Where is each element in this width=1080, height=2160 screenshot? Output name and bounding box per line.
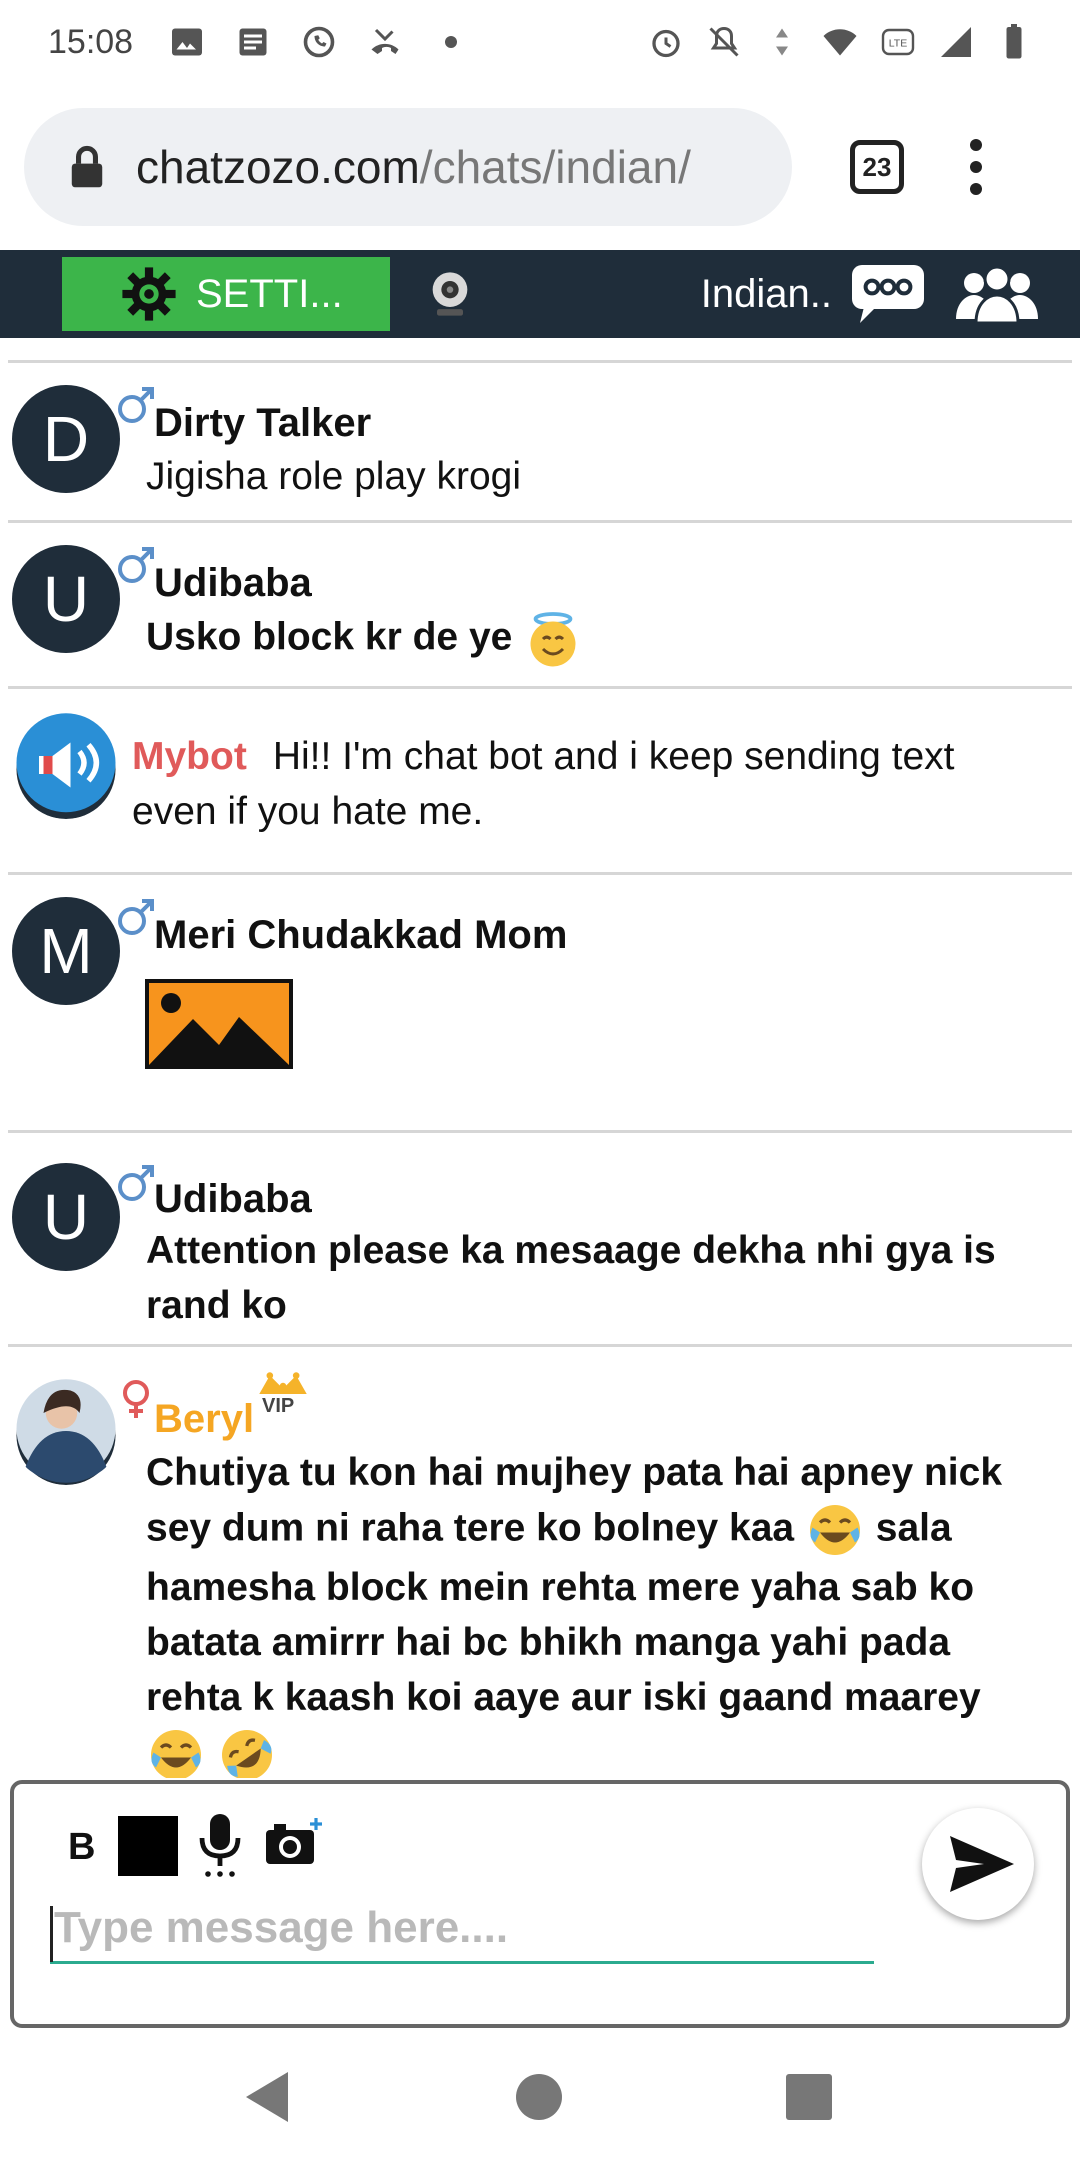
url-text: chatzozo.com/chats/indian/ (136, 140, 691, 194)
chat-message: Mybot Hi!! I'm chat bot and i keep sendin… (8, 689, 1072, 875)
settings-button[interactable]: SETTI... (62, 257, 390, 331)
male-icon (118, 899, 154, 935)
bot-message: Mybot Hi!! I'm chat bot and i keep sendin… (132, 729, 1032, 839)
tab-switcher-button[interactable]: 23 (850, 140, 904, 194)
gallery-icon (172, 28, 203, 56)
username[interactable]: Udibaba (154, 1177, 312, 1222)
system-navigation-bar (0, 2040, 1080, 2160)
signal-icon (941, 27, 971, 57)
message-composer: B (10, 1780, 1070, 2028)
text-color-button[interactable] (118, 1816, 178, 1876)
message-input[interactable] (50, 1894, 874, 1964)
settings-label: SETTI... (196, 271, 343, 316)
message-text-part1: Chutiya tu kon hai mujhey pata hai apney… (146, 1451, 1003, 1550)
speaker-icon[interactable] (12, 711, 120, 819)
lock-icon (71, 145, 103, 188)
address-bar[interactable]: chatzozo.com/chats/indian/ (24, 108, 792, 226)
message-text: Jigisha role play krogi (146, 455, 522, 498)
face-with-tears-of-joy-icon (151, 1730, 201, 1778)
microphone-icon[interactable] (198, 1812, 242, 1878)
male-icon (118, 547, 154, 583)
face-with-tears-of-joy-icon (809, 1505, 860, 1555)
vip-badge: VIP (262, 1395, 295, 1417)
photo-avatar[interactable] (12, 1377, 120, 1485)
missed-call-icon (371, 28, 399, 54)
chat-message: M Meri Chudakkad Mom (8, 875, 1072, 1133)
back-icon[interactable] (244, 2070, 292, 2124)
female-icon (123, 1380, 149, 1418)
room-name[interactable]: Indian.. (701, 272, 832, 317)
news-icon (239, 28, 267, 56)
battery-icon (1006, 24, 1022, 59)
data-arrows-icon (776, 28, 788, 56)
male-icon (118, 1165, 154, 1201)
chat-message: Beryl VIP Chutiya tu kon hai mujhey pata… (8, 1347, 1072, 1778)
message-text-content: Usko block kr de ye (146, 615, 513, 659)
chat-message: U Udibaba Usko block kr de ye (8, 523, 1072, 689)
username[interactable]: Udibaba (154, 561, 312, 606)
avatar[interactable]: U (12, 1163, 120, 1271)
text-cursor (50, 1906, 53, 1962)
message-text: Chutiya tu kon hai mujhey pata hai apney… (146, 1445, 1028, 1778)
chat-message: D Dirty Talker Jigisha role play krogi (8, 363, 1072, 523)
browser-toolbar: chatzozo.com/chats/indian/ 23 (0, 84, 1080, 250)
alarm-icon (652, 29, 680, 58)
smiling-face-with-halo-icon (530, 612, 576, 667)
bot-username[interactable]: Mybot (132, 735, 247, 778)
message-text: Attention please ka mesaage dekha nhi gy… (146, 1229, 996, 1327)
message-text-content: Hi!! I'm chat bot and i keep sending tex… (132, 735, 955, 833)
username[interactable]: Dirty Talker (154, 401, 371, 446)
avatar[interactable]: U (12, 545, 120, 653)
username[interactable]: Beryl (154, 1397, 254, 1442)
bold-button[interactable]: B (68, 1826, 95, 1869)
chat-header: SETTI... Indian.. (0, 250, 1080, 338)
svg-text:LTE: LTE (889, 38, 907, 50)
status-time: 15:08 (48, 22, 134, 61)
home-icon[interactable] (516, 2074, 562, 2120)
camera-icon[interactable] (264, 1816, 324, 1870)
url-path: /chats/indian/ (419, 141, 691, 193)
wifi-icon (823, 29, 857, 56)
avatar[interactable]: M (12, 897, 120, 1005)
volte-icon: LTE (881, 28, 915, 56)
send-button[interactable] (922, 1808, 1034, 1920)
users-icon[interactable] (952, 263, 1042, 325)
male-icon (118, 387, 154, 423)
image-attachment-icon[interactable] (145, 979, 293, 1069)
recents-icon[interactable] (786, 2074, 832, 2120)
status-bar: 15:08 LTE (0, 0, 1080, 84)
mute-icon (709, 26, 739, 57)
send-icon (950, 1836, 1014, 1892)
chat-bubble-icon[interactable] (848, 261, 928, 327)
gear-icon (122, 267, 176, 321)
chat-messages[interactable]: D Dirty Talker Jigisha role play krogi U… (0, 338, 1080, 1778)
url-domain: chatzozo.com (136, 141, 420, 193)
username[interactable]: Meri Chudakkad Mom (154, 913, 567, 958)
chat-message: U Udibaba Attention please ka mesaage de… (8, 1133, 1072, 1347)
browser-menu-icon[interactable] (966, 139, 986, 195)
message-text: Usko block kr de ye (146, 609, 1022, 669)
avatar[interactable]: D (12, 385, 120, 493)
whatsapp-icon (303, 26, 335, 58)
rolling-on-floor-laughing-icon (221, 1730, 272, 1778)
webcam-icon[interactable] (424, 268, 476, 320)
dot-icon (445, 36, 458, 48)
